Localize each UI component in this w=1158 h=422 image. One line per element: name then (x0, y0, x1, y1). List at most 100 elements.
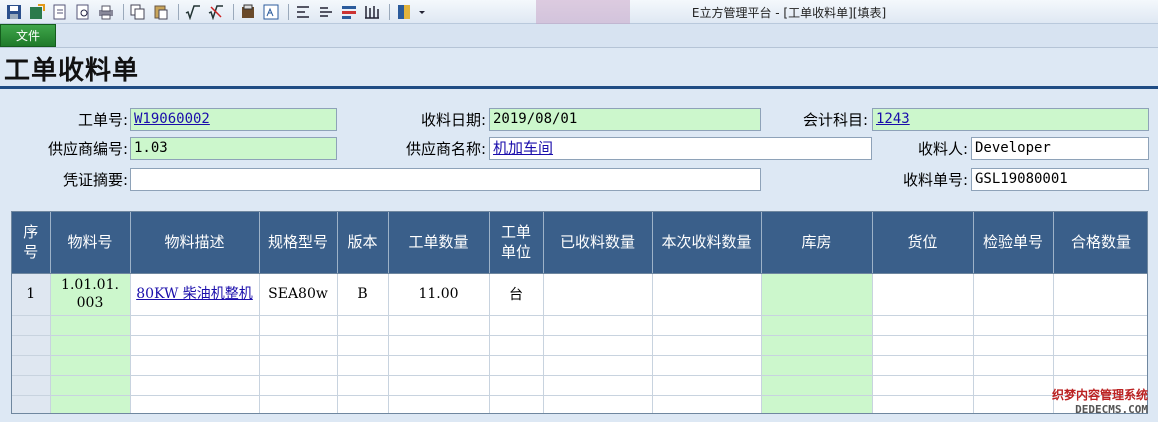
cell[interactable] (543, 395, 653, 413)
cell[interactable] (652, 355, 762, 376)
cell-warehouse[interactable] (761, 375, 873, 396)
cell[interactable] (130, 335, 260, 356)
cell[interactable] (872, 355, 974, 376)
cell-warehouse[interactable] (761, 273, 873, 316)
header-received-qty[interactable]: 已收料数量 (543, 212, 653, 274)
cell[interactable] (489, 355, 544, 376)
receive-date-field[interactable]: 2019/08/01 (489, 108, 761, 131)
table-row[interactable] (12, 355, 1147, 376)
cell[interactable] (388, 375, 490, 396)
cell[interactable] (388, 335, 490, 356)
header-qualified-qty[interactable]: 合格数量 (1053, 212, 1147, 274)
cell[interactable] (388, 355, 490, 376)
cell-warehouse[interactable] (761, 395, 873, 413)
cell[interactable] (652, 395, 762, 413)
cell[interactable] (489, 315, 544, 336)
table-row[interactable] (12, 315, 1147, 336)
cell[interactable] (543, 335, 653, 356)
cell-warehouse[interactable] (761, 335, 873, 356)
table-row[interactable] (12, 375, 1147, 396)
cell[interactable] (543, 355, 653, 376)
cell[interactable] (337, 315, 389, 336)
cell[interactable] (130, 375, 260, 396)
cell[interactable] (652, 335, 762, 356)
cell-unit[interactable]: 台 (489, 273, 544, 316)
cell[interactable] (259, 395, 338, 413)
cell[interactable] (337, 395, 389, 413)
cell-received-qty[interactable] (543, 273, 653, 316)
cell[interactable] (130, 355, 260, 376)
cell[interactable] (130, 395, 260, 413)
cell-version[interactable]: B (337, 273, 389, 316)
cell-spec[interactable]: SEA80w (259, 273, 338, 316)
cell-seq[interactable] (12, 395, 51, 413)
cell-seq[interactable] (12, 355, 51, 376)
cell-material-no[interactable] (50, 395, 131, 413)
cell[interactable] (543, 315, 653, 336)
cell[interactable] (652, 315, 762, 336)
table-row[interactable] (12, 395, 1147, 413)
cell[interactable] (973, 335, 1054, 356)
cell[interactable] (130, 315, 260, 336)
cell-this-qty[interactable] (652, 273, 762, 316)
cell[interactable] (872, 315, 974, 336)
receiver-field[interactable]: Developer (971, 137, 1149, 160)
cell[interactable] (872, 375, 974, 396)
receipt-no-field[interactable]: GSL19080001 (971, 168, 1149, 191)
cell-material-no[interactable]: 1.01.01.003 (50, 273, 131, 316)
cell[interactable] (388, 395, 490, 413)
cell[interactable] (337, 335, 389, 356)
cell[interactable] (489, 335, 544, 356)
cell[interactable] (337, 375, 389, 396)
cell[interactable] (489, 375, 544, 396)
header-version[interactable]: 版本 (337, 212, 389, 274)
cell-seq[interactable] (12, 315, 51, 336)
header-material-no[interactable]: 物料号 (50, 212, 131, 274)
header-unit[interactable]: 工单单位 (489, 212, 544, 274)
header-location[interactable]: 货位 (872, 212, 974, 274)
cell[interactable] (973, 395, 1054, 413)
cell[interactable] (337, 355, 389, 376)
cell-description[interactable]: 80KW 柴油机整机 (130, 273, 260, 316)
header-spec[interactable]: 规格型号 (259, 212, 338, 274)
account-field[interactable]: 1243 (872, 108, 1149, 131)
header-seq[interactable]: 序号 (12, 212, 51, 274)
work-order-field[interactable]: W19060002 (130, 108, 337, 131)
cell-material-no[interactable] (50, 355, 131, 376)
cell[interactable] (1053, 315, 1147, 336)
cell[interactable] (489, 395, 544, 413)
cell-seq[interactable] (12, 335, 51, 356)
cell-wo-qty[interactable]: 11.00 (388, 273, 490, 316)
voucher-summary-field[interactable] (130, 168, 761, 191)
cell-qualified-qty[interactable] (1053, 273, 1147, 316)
cell[interactable] (872, 335, 974, 356)
cell-warehouse[interactable] (761, 315, 873, 336)
supplier-code-field[interactable]: 1.03 (130, 137, 337, 160)
header-inspection-no[interactable]: 检验单号 (973, 212, 1054, 274)
cell-material-no[interactable] (50, 315, 131, 336)
cell[interactable] (543, 375, 653, 396)
header-description[interactable]: 物料描述 (130, 212, 260, 274)
cell-material-no[interactable] (50, 375, 131, 396)
cell[interactable] (259, 375, 338, 396)
cell-seq[interactable]: 1 (12, 273, 51, 316)
cell[interactable] (872, 395, 974, 413)
cell-warehouse[interactable] (761, 355, 873, 376)
cell-location[interactable] (872, 273, 974, 316)
header-wo-qty[interactable]: 工单数量 (388, 212, 490, 274)
supplier-name-field[interactable]: 机加车间 (489, 137, 872, 160)
cell[interactable] (259, 315, 338, 336)
cell[interactable] (973, 315, 1054, 336)
file-menu-tab[interactable]: 文件 (0, 24, 56, 47)
cell[interactable] (259, 355, 338, 376)
table-row[interactable]: 1 1.01.01.003 80KW 柴油机整机 SEA80w B 11.00 … (12, 273, 1147, 316)
cell[interactable] (259, 335, 338, 356)
cell[interactable] (652, 375, 762, 396)
cell[interactable] (388, 315, 490, 336)
cell-material-no[interactable] (50, 335, 131, 356)
cell[interactable] (1053, 355, 1147, 376)
cell[interactable] (973, 375, 1054, 396)
cell-seq[interactable] (12, 375, 51, 396)
header-this-qty[interactable]: 本次收料数量 (652, 212, 762, 274)
header-warehouse[interactable]: 库房 (761, 212, 873, 274)
